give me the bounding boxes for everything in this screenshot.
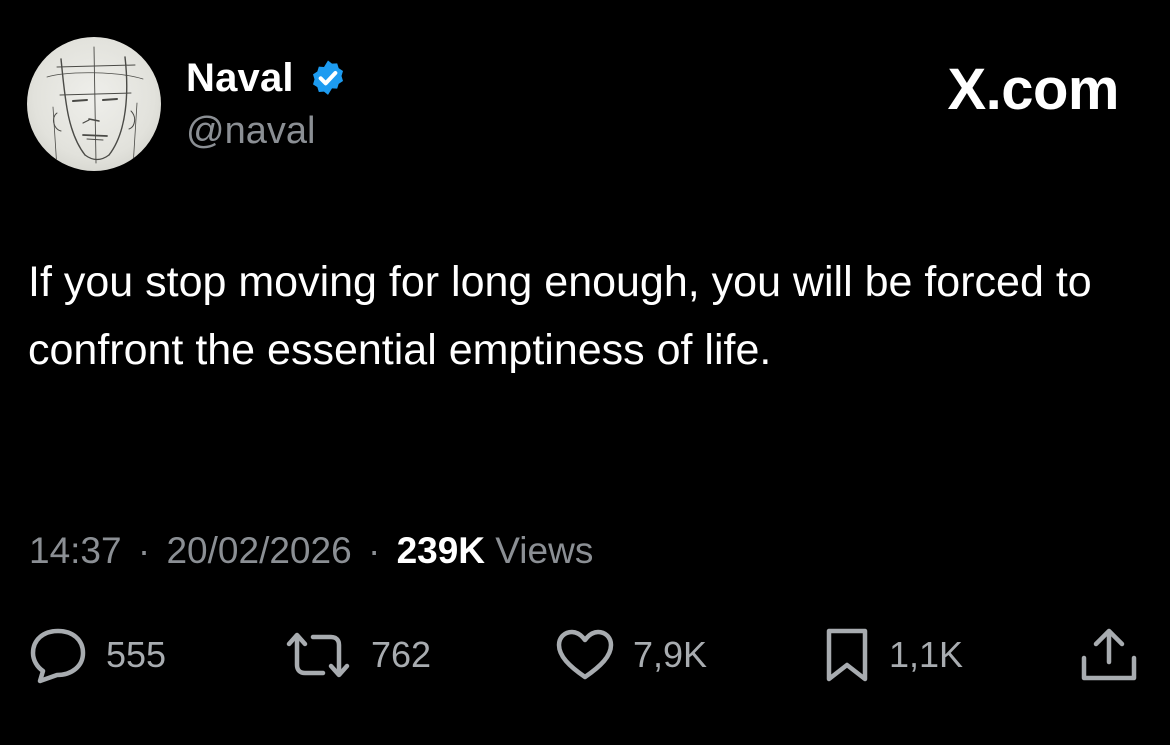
reply-button[interactable]: 555 (28, 625, 166, 685)
author-display-name[interactable]: Naval (186, 56, 294, 101)
like-count: 7,9K (633, 634, 708, 675)
reply-count: 555 (106, 634, 167, 675)
tweet-date[interactable]: 20/02/2026 (166, 530, 351, 571)
heart-icon (556, 629, 614, 680)
speech-bubble-icon (30, 628, 86, 684)
repost-count: 762 (371, 634, 432, 675)
tweet-meta: 14:37 · 20/02/2026 · 239K Views (29, 530, 593, 572)
like-button[interactable]: 7,9K (555, 625, 707, 685)
bookmark-icon (826, 628, 868, 682)
brand-text: X.com (947, 57, 1119, 122)
share-button[interactable] (1078, 625, 1140, 685)
sketch-face-image (46, 46, 144, 170)
tweet-card: Naval @naval X.com If you stop moving fo… (0, 0, 1170, 745)
author-name-row: Naval (186, 53, 348, 103)
meta-separator: · (367, 530, 381, 571)
avatar[interactable] (27, 37, 161, 171)
views-label: Views (495, 530, 594, 571)
bookmark-count: 1,1K (889, 634, 964, 675)
repost-arrows-icon (286, 632, 350, 678)
views-count: 239K (396, 530, 486, 571)
bookmark-button[interactable]: 1,1K (823, 625, 963, 685)
brand-logo-text: X.com (947, 56, 1119, 123)
share-upload-icon (1081, 628, 1137, 681)
author-handle[interactable]: @naval (186, 110, 315, 153)
repost-button[interactable]: 762 (283, 625, 431, 685)
tweet-text: If you stop moving for long enough, you … (28, 258, 1092, 374)
verified-badge-icon (312, 60, 343, 95)
tweet-time[interactable]: 14:37 (29, 530, 122, 571)
meta-separator: · (137, 530, 151, 571)
